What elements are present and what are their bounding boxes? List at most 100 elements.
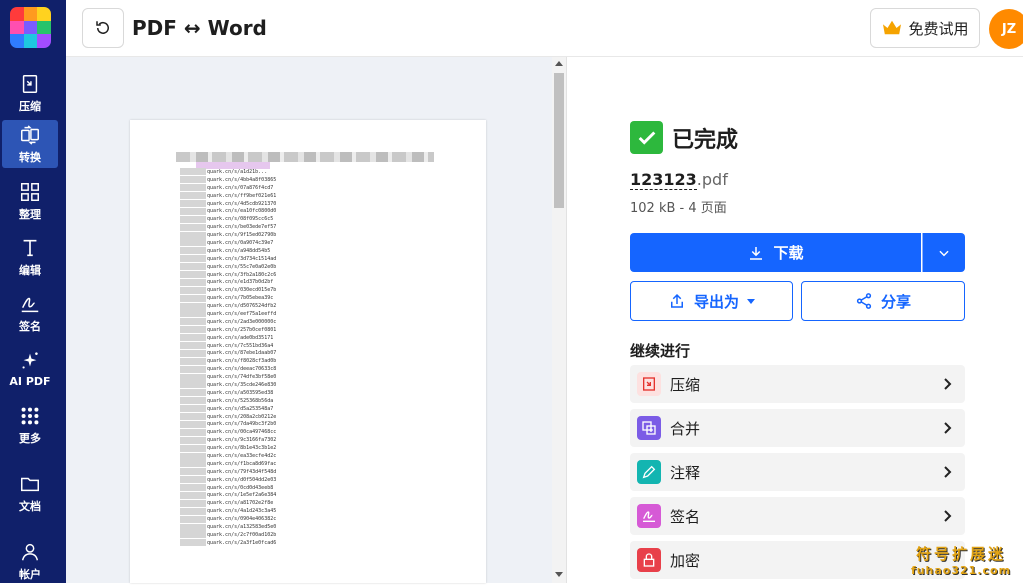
page-title: PDF ↔ Word [132,16,267,40]
sidebar-item-ai-pdf[interactable]: AI PDF [2,345,58,393]
list-item: quark.cn/s/d5076524dfb2 [180,302,290,310]
export-label: 导出为 [693,292,739,311]
organize-icon [21,182,39,201]
link-text: quark.cn/s/f1bca8d69fac [207,460,277,467]
status-row: 已完成 [630,121,738,154]
redacted-block [180,255,206,263]
file-name[interactable]: 123123.pdf [630,170,728,190]
download-label: 下载 [773,244,804,262]
redacted-block [180,223,206,231]
scroll-down-arrow-icon[interactable] [555,572,563,577]
pdf-page-thumbnail[interactable]: quark.cn/s/a1d21b... quark.cn/s/4bb4a8f03… [130,120,486,583]
status-text: 已完成 [672,127,739,153]
list-item: quark.cn/s/d5a253548a7 [180,405,290,413]
list-item: quark.cn/s/be03ede7ef57 [180,223,290,231]
redacted-block [180,373,206,381]
link-text: quark.cn/s/208a2cb0212e [207,413,277,420]
export-button[interactable]: 导出为 [630,281,793,321]
tool-merge[interactable]: 合并 [630,409,965,447]
download-button[interactable]: 下载 [630,233,921,272]
tool-compress[interactable]: 压缩 [630,365,965,403]
lock-icon [637,548,661,572]
sign-icon [21,297,39,312]
sparkle-icon [22,352,38,369]
sidebar-item-documents[interactable]: 文档 [2,469,58,517]
tool-label: 合并 [670,419,701,438]
sidebar-item-edit[interactable]: 编辑 [2,233,58,281]
link-text: quark.cn/s/2c7f00ad102b [207,531,277,538]
link-text: quark.cn/s/35cde246e830 [207,381,277,388]
link-text: quark.cn/s/0a9074c39e7 [207,239,274,246]
redacted-block [180,397,206,405]
list-item: quark.cn/s/4d5cdb921370 [180,200,290,208]
redacted-block [180,349,206,357]
list-item: quark.cn/s/0a9074c39e7 [180,239,290,247]
redacted-block [180,326,206,334]
redacted-block [180,176,206,184]
chevron-right-icon [944,466,952,478]
list-item: quark.cn/s/08f095cc6c5 [180,215,290,223]
list-item: quark.cn/s/a503595ed38 [180,389,290,397]
avatar-initials: JZ [1001,21,1017,37]
avatar[interactable]: JZ [989,9,1023,49]
redacted-block [180,381,206,389]
list-item: quark.cn/s/eef75a1eeffd [180,310,290,318]
link-text: quark.cn/s/7da49bc3f2b0 [207,421,277,428]
list-item: quark.cn/s/2a3f1e0fcad6 [180,539,290,547]
caret-down-icon [747,298,755,304]
redacted-block [180,318,206,326]
link-text: quark.cn/s/55c7e0a02e0b [207,263,277,270]
list-item: quark.cn/s/030ecd015e7b [180,286,290,294]
link-text: quark.cn/s/a948dd54b5 [207,247,271,254]
sidebar: 压缩 转换 整理 编辑 签名 AI PDF 更多 文档 帐户 [0,0,66,583]
list-item: quark.cn/s/f8028cf3ad0b [180,357,290,365]
link-text: quark.cn/s/be03ede7ef57 [207,224,277,231]
sidebar-item-label: 帐户 [19,567,41,581]
chevron-right-icon [944,510,952,522]
share-button[interactable]: 分享 [801,281,965,321]
link-text: quark.cn/s/9c3166fa7302 [207,437,277,444]
top-bar: PDF ↔ Word 免费试用 JZ [66,0,1023,57]
list-item: quark.cn/s/2c7f00ad102b [180,531,290,539]
sidebar-item-convert[interactable]: 转换 [2,120,58,168]
redacted-block [180,215,206,223]
sidebar-item-account[interactable]: 帐户 [2,537,58,585]
redacted-block [180,302,206,310]
preview-scrollbar[interactable] [552,57,566,583]
app-logo[interactable] [10,7,51,48]
scroll-thumb[interactable] [554,73,564,208]
list-item: quark.cn/s/e1d37b0d2bf [180,278,290,286]
sidebar-item-label: 转换 [19,150,41,164]
redacted-block [180,405,206,413]
sidebar-item-organize[interactable]: 整理 [2,177,58,225]
tool-annotate[interactable]: 注释 [630,453,965,491]
redacted-block [180,420,206,428]
sidebar-item-compress[interactable]: 压缩 [2,69,58,117]
file-base-name[interactable]: 123123 [630,170,697,190]
list-item: quark.cn/s/257b0cef0801 [180,326,290,334]
link-text: quark.cn/s/3d734c1514ad [207,255,277,262]
upload-icon [670,293,683,308]
tool-sign[interactable]: 签名 [630,497,965,535]
tool-label: 签名 [670,507,701,526]
sidebar-item-more[interactable]: 更多 [2,401,58,449]
link-text: quark.cn/s/0904e406382c [207,516,277,523]
back-button[interactable] [82,8,124,48]
list-item: quark.cn/s/8b1e43c3b1e2 [180,444,290,452]
share-icon [856,293,872,309]
sidebar-item-sign[interactable]: 签名 [2,289,58,337]
redacted-block [180,460,206,468]
folder-icon [21,477,39,491]
link-text: quark.cn/s/ea33ecfe4d2c [207,453,277,459]
free-trial-button[interactable]: 免费试用 [870,8,980,48]
link-text: quark.cn/s/2a3f1e0fcad6 [207,539,277,546]
sign-icon [637,504,661,528]
link-text: quark.cn/s/79f43d4f548d [207,468,277,475]
chevron-right-icon [944,422,952,434]
list-item: quark.cn/s/87ebe1daab07 [180,349,290,357]
watermark: 符号扩展迷 fuhao321.com [905,543,1017,581]
redacted-block [180,491,206,499]
download-options-button[interactable] [922,233,965,272]
link-text: quark.cn/s/a503595ed38 [207,389,274,396]
scroll-up-arrow-icon[interactable] [555,61,563,66]
